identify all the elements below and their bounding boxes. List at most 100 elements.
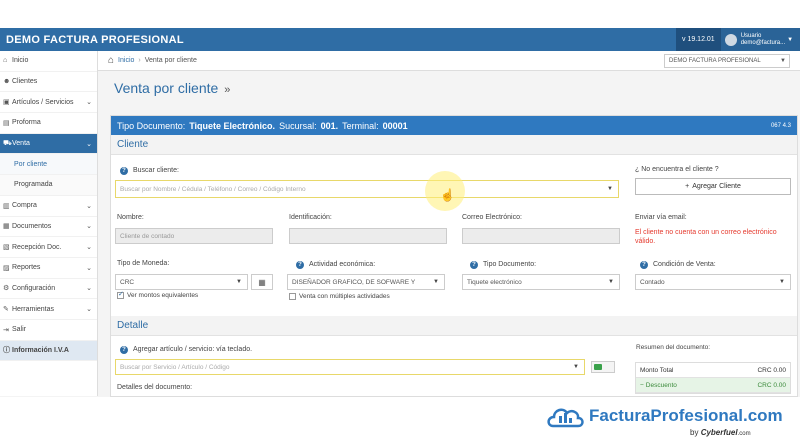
nombre-field[interactable]: Cliente de contado — [115, 228, 273, 244]
sidebar-item-label: Recepción Doc. — [12, 243, 62, 251]
condicion-select[interactable]: Contado ▼ — [635, 274, 791, 290]
condicion-label: ? Condición de Venta: — [640, 261, 716, 269]
help-icon[interactable]: ? — [470, 261, 478, 269]
bag-icon: ▥ — [3, 202, 10, 210]
sidebar-item-documentos[interactable]: ▦ Documentos ⌄ — [0, 217, 97, 238]
app-header: DEMO FACTURA PROFESIONAL v 19.12.01 Usua… — [0, 28, 800, 51]
sidebar-item-reportes[interactable]: ▨ Reportes ⌄ — [0, 258, 97, 279]
chevron-down-icon: ⌄ — [86, 140, 92, 148]
help-icon[interactable]: ? — [296, 261, 304, 269]
monto-total-value: CRC 0.00 — [757, 366, 786, 374]
sucursal-value: 001. — [320, 120, 339, 131]
cube-icon: ▣ — [3, 99, 10, 107]
sidebar-item-label: Artículos / Servicios — [12, 98, 74, 106]
tipo-documento-select[interactable]: Tiquete electrónico ▼ — [462, 274, 620, 290]
identificacion-label: Identificación: — [289, 214, 332, 221]
chevron-down-icon: ▼ — [787, 36, 794, 43]
info-icon: ⓘ — [3, 347, 10, 355]
inbox-icon: ▧ — [3, 244, 10, 252]
moneda-select[interactable]: CRC ▼ — [115, 274, 248, 290]
agregar-articulo-label: ? Agregar artículo / servicio: vía teclad… — [120, 346, 252, 354]
correo-label: Correo Electrónico: — [462, 214, 522, 221]
chevron-down-icon: ▼ — [608, 279, 614, 285]
company-select[interactable]: DEMO FACTURA PROFESIONAL ▼ — [664, 54, 790, 68]
sidebar-item-label: Por cliente — [14, 160, 48, 168]
actividad-select[interactable]: DISEÑADOR GRAFICO, DE SOFWARE Y ▼ — [287, 274, 445, 290]
sidebar: ⌂ Inicio ☻ Clientes ▣ Artículos / Servic… — [0, 51, 98, 396]
multiples-checkbox-row[interactable]: Venta con múltiples actividades — [289, 293, 390, 300]
montos-checkbox-row[interactable]: Ver montos equivalentes — [117, 290, 198, 299]
client-search-input[interactable]: Buscar por Nombre / Cédula / Teléfono / … — [115, 180, 619, 198]
sidebar-item-label: Inicio — [12, 57, 29, 65]
hand-cursor-icon: ☝ — [440, 188, 455, 202]
page-title: Venta por cliente » — [114, 80, 230, 96]
help-icon[interactable]: ? — [120, 346, 128, 354]
chevron-down-icon: ⌄ — [86, 99, 92, 107]
user-menu[interactable]: Usuario demo@factura... ▼ — [720, 28, 800, 51]
company-select-value: DEMO FACTURA PROFESIONAL — [669, 58, 761, 64]
sidebar-item-label: Información I.V.A — [12, 346, 69, 354]
nombre-label: Nombre: — [117, 214, 144, 221]
plus-icon: + — [685, 183, 690, 190]
enviar-email-label: Enviar vía email: — [635, 214, 687, 221]
sidebar-item-compra[interactable]: ▥ Compra ⌄ — [0, 196, 97, 217]
sidebar-item-label: Compra — [12, 202, 37, 210]
identificacion-field[interactable] — [289, 228, 447, 244]
barcode-icon — [594, 364, 602, 370]
terminal-value: 00001 — [382, 120, 408, 131]
help-icon[interactable]: ? — [640, 261, 648, 269]
multiples-checkbox[interactable] — [289, 293, 296, 300]
doc-type-value: Tiquete Electrónico. — [189, 120, 276, 131]
moneda-label: Tipo de Moneda: — [117, 260, 170, 267]
avatar — [724, 33, 737, 46]
sidebar-item-inicio[interactable]: ⌂ Inicio — [0, 51, 97, 72]
sidebar-subitem-por-cliente[interactable]: Por cliente — [0, 154, 97, 176]
montos-checkbox[interactable] — [117, 290, 124, 299]
calculator-icon: ▦ — [258, 277, 266, 287]
sidebar-item-recepcion[interactable]: ▧ Recepción Doc. ⌄ — [0, 237, 97, 258]
terminal-label: Terminal: — [342, 120, 379, 131]
descuento-row[interactable]: − Descuento CRC 0.00 — [636, 378, 790, 393]
add-client-button[interactable]: + Agregar Cliente — [635, 178, 791, 195]
sidebar-item-label: Reportes — [12, 264, 41, 272]
sidebar-subitem-programada[interactable]: Programada — [0, 175, 97, 196]
sidebar-item-venta[interactable]: ⛟ Venta ⌄ — [0, 133, 97, 155]
chart-icon: ▨ — [3, 264, 10, 272]
article-search-input[interactable]: Buscar por Servicio / Artículo / Código … — [115, 359, 585, 375]
logo-text: FacturaProfesional.com — [589, 406, 783, 425]
breadcrumb-home-link[interactable]: Inicio — [118, 57, 134, 64]
tipo-documento-label: ? Tipo Documento: — [470, 261, 536, 269]
summary-box: Monto Total CRC 0.00 − Descuento CRC 0.00 — [635, 362, 791, 394]
calculator-button[interactable]: ▦ — [251, 274, 273, 290]
resumen-label: Resumen del documento: — [636, 344, 711, 351]
sidebar-item-label: Documentos — [12, 222, 52, 230]
chevron-down-icon: ▼ — [236, 279, 242, 285]
home-icon: ⌂ — [3, 57, 8, 65]
home-icon: ⌂ — [108, 55, 115, 66]
sidebar-item-configuracion[interactable]: ⚙ Configuración ⌄ — [0, 279, 97, 300]
sidebar-item-proforma[interactable]: ▤ Proforma — [0, 113, 97, 134]
actividad-label: ? Actividad económica: — [296, 261, 375, 269]
breadcrumb-current: Venta por cliente — [144, 57, 197, 64]
sidebar-item-iva[interactable]: ⓘ Información I.V.A — [0, 340, 97, 362]
page-title-text: Venta por cliente — [114, 80, 219, 96]
cloud-logo-icon — [545, 402, 585, 430]
minus-icon: − — [640, 381, 644, 389]
barcode-toggle-button[interactable] — [591, 361, 615, 373]
client-search-placeholder: Buscar por Nombre / Cédula / Teléfono / … — [120, 185, 306, 193]
sidebar-item-articulos[interactable]: ▣ Artículos / Servicios ⌄ — [0, 92, 97, 114]
gear-icon: ⚙ — [3, 285, 10, 293]
correo-field[interactable] — [462, 228, 620, 244]
double-chevron-right-icon: » — [224, 84, 231, 96]
sidebar-item-herramientas[interactable]: ✎ Herramientas ⌄ — [0, 299, 97, 320]
logo-byline: by Cyberfuel.com — [690, 428, 751, 437]
chevron-down-icon: ⌄ — [86, 244, 92, 252]
sidebar-item-label: Proforma — [12, 119, 41, 127]
sidebar-item-clientes[interactable]: ☻ Clientes — [0, 72, 97, 93]
breadcrumb: ⌂ Inicio › Venta por cliente DEMO FACTUR… — [98, 51, 800, 71]
sidebar-item-label: Salir — [12, 326, 27, 334]
sidebar-item-salir[interactable]: ⇥ Salir — [0, 320, 97, 341]
email-error-message: El cliente no cuenta con un correo elect… — [635, 229, 777, 245]
chevron-down-icon: ▼ — [780, 58, 786, 64]
help-icon[interactable]: ? — [120, 167, 128, 175]
